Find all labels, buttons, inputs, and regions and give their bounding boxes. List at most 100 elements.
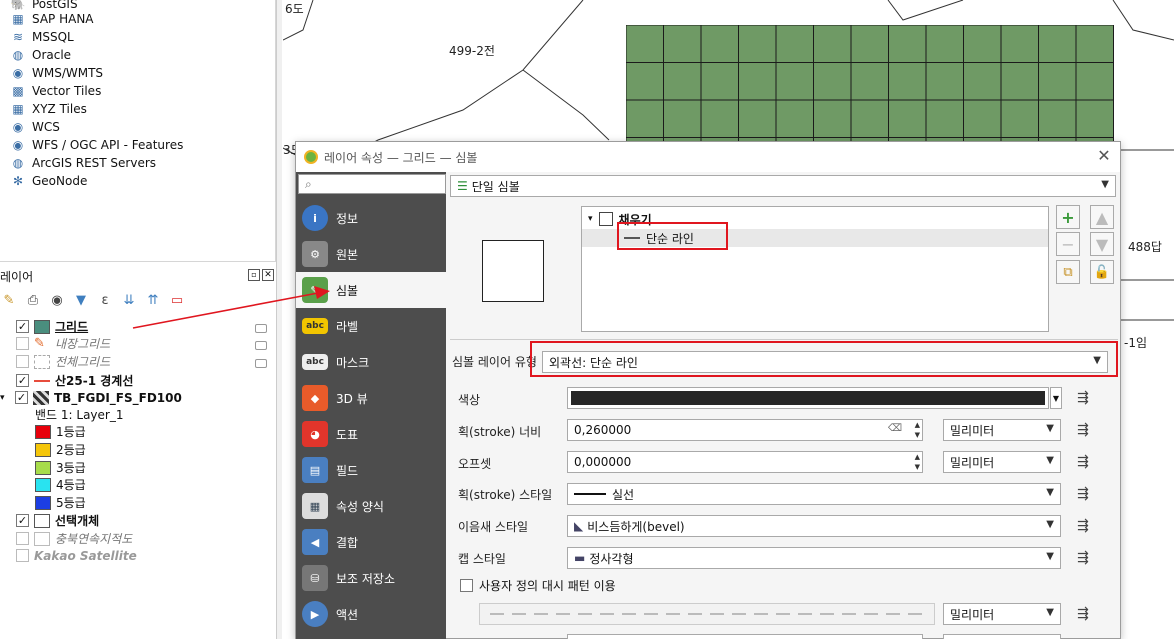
panel-splitter[interactable] — [276, 0, 282, 639]
dash-unit-select[interactable]: 밀리미터 ▼ — [943, 603, 1061, 625]
stroke-width-value: 0,260000 — [574, 423, 632, 437]
nav-item-fields[interactable]: ▤ 필드 — [296, 452, 446, 488]
move-down-button[interactable]: ▼ — [1090, 232, 1114, 256]
raster-icon — [33, 390, 49, 405]
close-icon[interactable]: ✕ — [1096, 148, 1112, 164]
data-defined-override-icon[interactable]: ⇶ — [1072, 516, 1094, 536]
layer-checkbox[interactable]: ✓ — [16, 320, 29, 333]
nav-item-info[interactable]: i 정보 — [296, 200, 446, 236]
add-symbol-layer-button[interactable]: + — [1056, 205, 1080, 229]
data-defined-override-icon[interactable]: ⇶ — [1072, 604, 1094, 624]
nav-item-labels[interactable]: abc 라벨 — [296, 308, 446, 344]
layer-indicator-icon[interactable] — [255, 355, 267, 372]
layer-label: 그리드 — [55, 320, 89, 334]
stroke-width-unit-select[interactable]: 밀리미터 ▼ — [943, 419, 1061, 441]
nav-item-diagrams[interactable]: ◕ 도표 — [296, 416, 446, 452]
browser-item-label: WFS / OGC API - Features — [32, 138, 184, 152]
dash-pattern-button[interactable] — [479, 603, 935, 625]
data-defined-override-icon[interactable]: ⇶ — [1072, 452, 1094, 472]
nav-item-auxiliary-storage[interactable]: ⛁ 보조 저장소 — [296, 560, 446, 596]
move-up-button[interactable]: ▲ — [1090, 205, 1114, 229]
collapse-all-icon[interactable]: ⇈ — [144, 291, 162, 309]
nav-item-label: 라벨 — [336, 319, 359, 334]
layer-row-boundary[interactable]: ✓ 산25-1 경계선 — [16, 372, 133, 389]
duplicate-layer-button[interactable]: ⧉ — [1056, 260, 1080, 284]
filter-icon[interactable]: ▼ — [72, 291, 90, 309]
color-dropdown-button[interactable]: ▼ — [1050, 387, 1062, 409]
layers-panel-header: 레이어 ▫ ✕ — [0, 266, 276, 286]
layer-row-raster[interactable]: ▾ ✓ TB_FGDI_FS_FD100 — [0, 389, 182, 406]
layer-row-inner-grid[interactable]: ✎ 내장그리드 — [16, 335, 110, 352]
color-button[interactable] — [567, 387, 1049, 409]
layer-indicator-icon[interactable] — [255, 320, 267, 337]
layer-checkbox[interactable]: ✓ — [16, 514, 29, 527]
offset-input[interactable]: 0,000000 ▲ ▼ — [567, 451, 923, 473]
browser-item-xyz-tiles[interactable]: ▦ XYZ Tiles — [10, 100, 87, 118]
browser-item-arcgis[interactable]: ◍ ArcGIS REST Servers — [10, 154, 156, 172]
browser-item-wcs[interactable]: ◉ WCS — [10, 118, 60, 136]
layer-row-grid[interactable]: ✓ 그리드 — [16, 318, 88, 335]
data-defined-override-icon[interactable]: ⇶ — [1072, 420, 1094, 440]
layer-checkbox[interactable] — [16, 337, 29, 350]
cap-style-select[interactable]: ▬ 정사각형 ▼ — [567, 547, 1061, 569]
dialog-titlebar[interactable]: 레이어 속성 — 그리드 — 심볼 — [296, 142, 1120, 172]
layer-checkbox[interactable] — [16, 549, 29, 562]
layer-row-selection[interactable]: ✓ 선택개체 — [16, 512, 99, 529]
browser-item-oracle[interactable]: ◍ Oracle — [10, 46, 71, 64]
dash-pattern-preview — [490, 613, 924, 615]
add-group-icon[interactable]: ⎙ — [24, 291, 42, 309]
style-manager-icon[interactable]: ✎ — [0, 291, 18, 309]
expression-filter-icon[interactable]: ε — [96, 291, 114, 309]
lock-icon[interactable]: 🔓 — [1090, 260, 1114, 284]
nav-item-symbology[interactable]: ✎ 심볼 — [296, 272, 446, 308]
browser-item-wms[interactable]: ◉ WMS/WMTS — [10, 64, 103, 82]
browser-item-sap-hana[interactable]: ▦ SAP HANA — [10, 10, 94, 28]
float-panel-icon[interactable]: ▫ — [248, 269, 260, 281]
browser-item-label: Oracle — [32, 48, 72, 62]
layer-indicator-icon[interactable] — [255, 337, 267, 354]
browser-item-mssql[interactable]: ≋ MSSQL — [10, 28, 74, 46]
collapse-arrow-icon[interactable]: ▾ — [0, 393, 10, 403]
nav-search-input[interactable]: ⌕ — [298, 174, 446, 194]
layer-row-cadastral[interactable]: 충북연속지적도 — [16, 530, 132, 547]
layer-row-kakao[interactable]: Kakao Satellite — [16, 547, 137, 564]
tree-expand-icon[interactable]: ▾ — [588, 214, 593, 224]
data-defined-override-icon[interactable]: ⇶ — [1072, 548, 1094, 568]
source-icon: ⚙ — [302, 241, 328, 267]
layer-checkbox[interactable]: ✓ — [16, 374, 29, 387]
remove-layer-icon[interactable]: ▭ — [168, 291, 186, 309]
data-defined-override-icon[interactable]: ⇶ — [1072, 484, 1094, 504]
legend-label: 3등급 — [56, 461, 86, 475]
stroke-width-input[interactable]: 0,260000 ⌫ ▲ ▼ — [567, 419, 923, 441]
custom-dash-checkbox[interactable] — [460, 579, 473, 592]
spinner-icon[interactable]: ▲ ▼ — [915, 420, 920, 440]
nav-item-mask[interactable]: abc 마스크 — [296, 344, 446, 380]
spinner-icon[interactable]: ▲ ▼ — [915, 452, 920, 472]
close-panel-icon[interactable]: ✕ — [262, 269, 274, 281]
layer-checkbox[interactable] — [16, 532, 29, 545]
map-label: 499-2전 — [449, 44, 495, 58]
clear-icon[interactable]: ⌫ — [888, 423, 902, 434]
expand-all-icon[interactable]: ⇊ — [120, 291, 138, 309]
offset-unit-select[interactable]: 밀리미터 ▼ — [943, 451, 1061, 473]
remove-symbol-layer-button[interactable]: − — [1056, 232, 1080, 256]
browser-item-wfs[interactable]: ◉ WFS / OGC API - Features — [10, 136, 184, 154]
nav-item-source[interactable]: ⚙ 원본 — [296, 236, 446, 272]
data-defined-override-icon[interactable]: ⇶ — [1072, 388, 1094, 408]
layer-checkbox[interactable] — [16, 355, 29, 368]
nav-item-joins[interactable]: ◀ 결합 — [296, 524, 446, 560]
nav-item-actions[interactable]: ▶ 액션 — [296, 596, 446, 632]
nav-item-3d-view[interactable]: ◆ 3D 뷰 — [296, 380, 446, 416]
browser-item-label: SAP HANA — [32, 12, 94, 26]
visibility-icon[interactable]: ◉ — [48, 291, 66, 309]
layer-checkbox[interactable]: ✓ — [15, 391, 28, 404]
browser-item-vector-tiles[interactable]: ▩ Vector Tiles — [10, 82, 101, 100]
join-style-select[interactable]: ◣ 비스듬하게(bevel) ▼ — [567, 515, 1061, 537]
layer-row-full-grid[interactable]: 전체그리드 — [16, 353, 110, 370]
stroke-style-select[interactable]: 실선 ▼ — [567, 483, 1061, 505]
renderer-select[interactable]: ☰ 단일 심볼 ▼ — [450, 175, 1116, 197]
custom-dash-checkbox-row[interactable]: 사용자 정의 대시 패턴 이용 — [460, 577, 616, 594]
browser-item-geonode[interactable]: ✻ GeoNode — [10, 172, 87, 190]
browser-item-label: Vector Tiles — [32, 84, 102, 98]
nav-item-attributes-form[interactable]: ▦ 속성 양식 — [296, 488, 446, 524]
